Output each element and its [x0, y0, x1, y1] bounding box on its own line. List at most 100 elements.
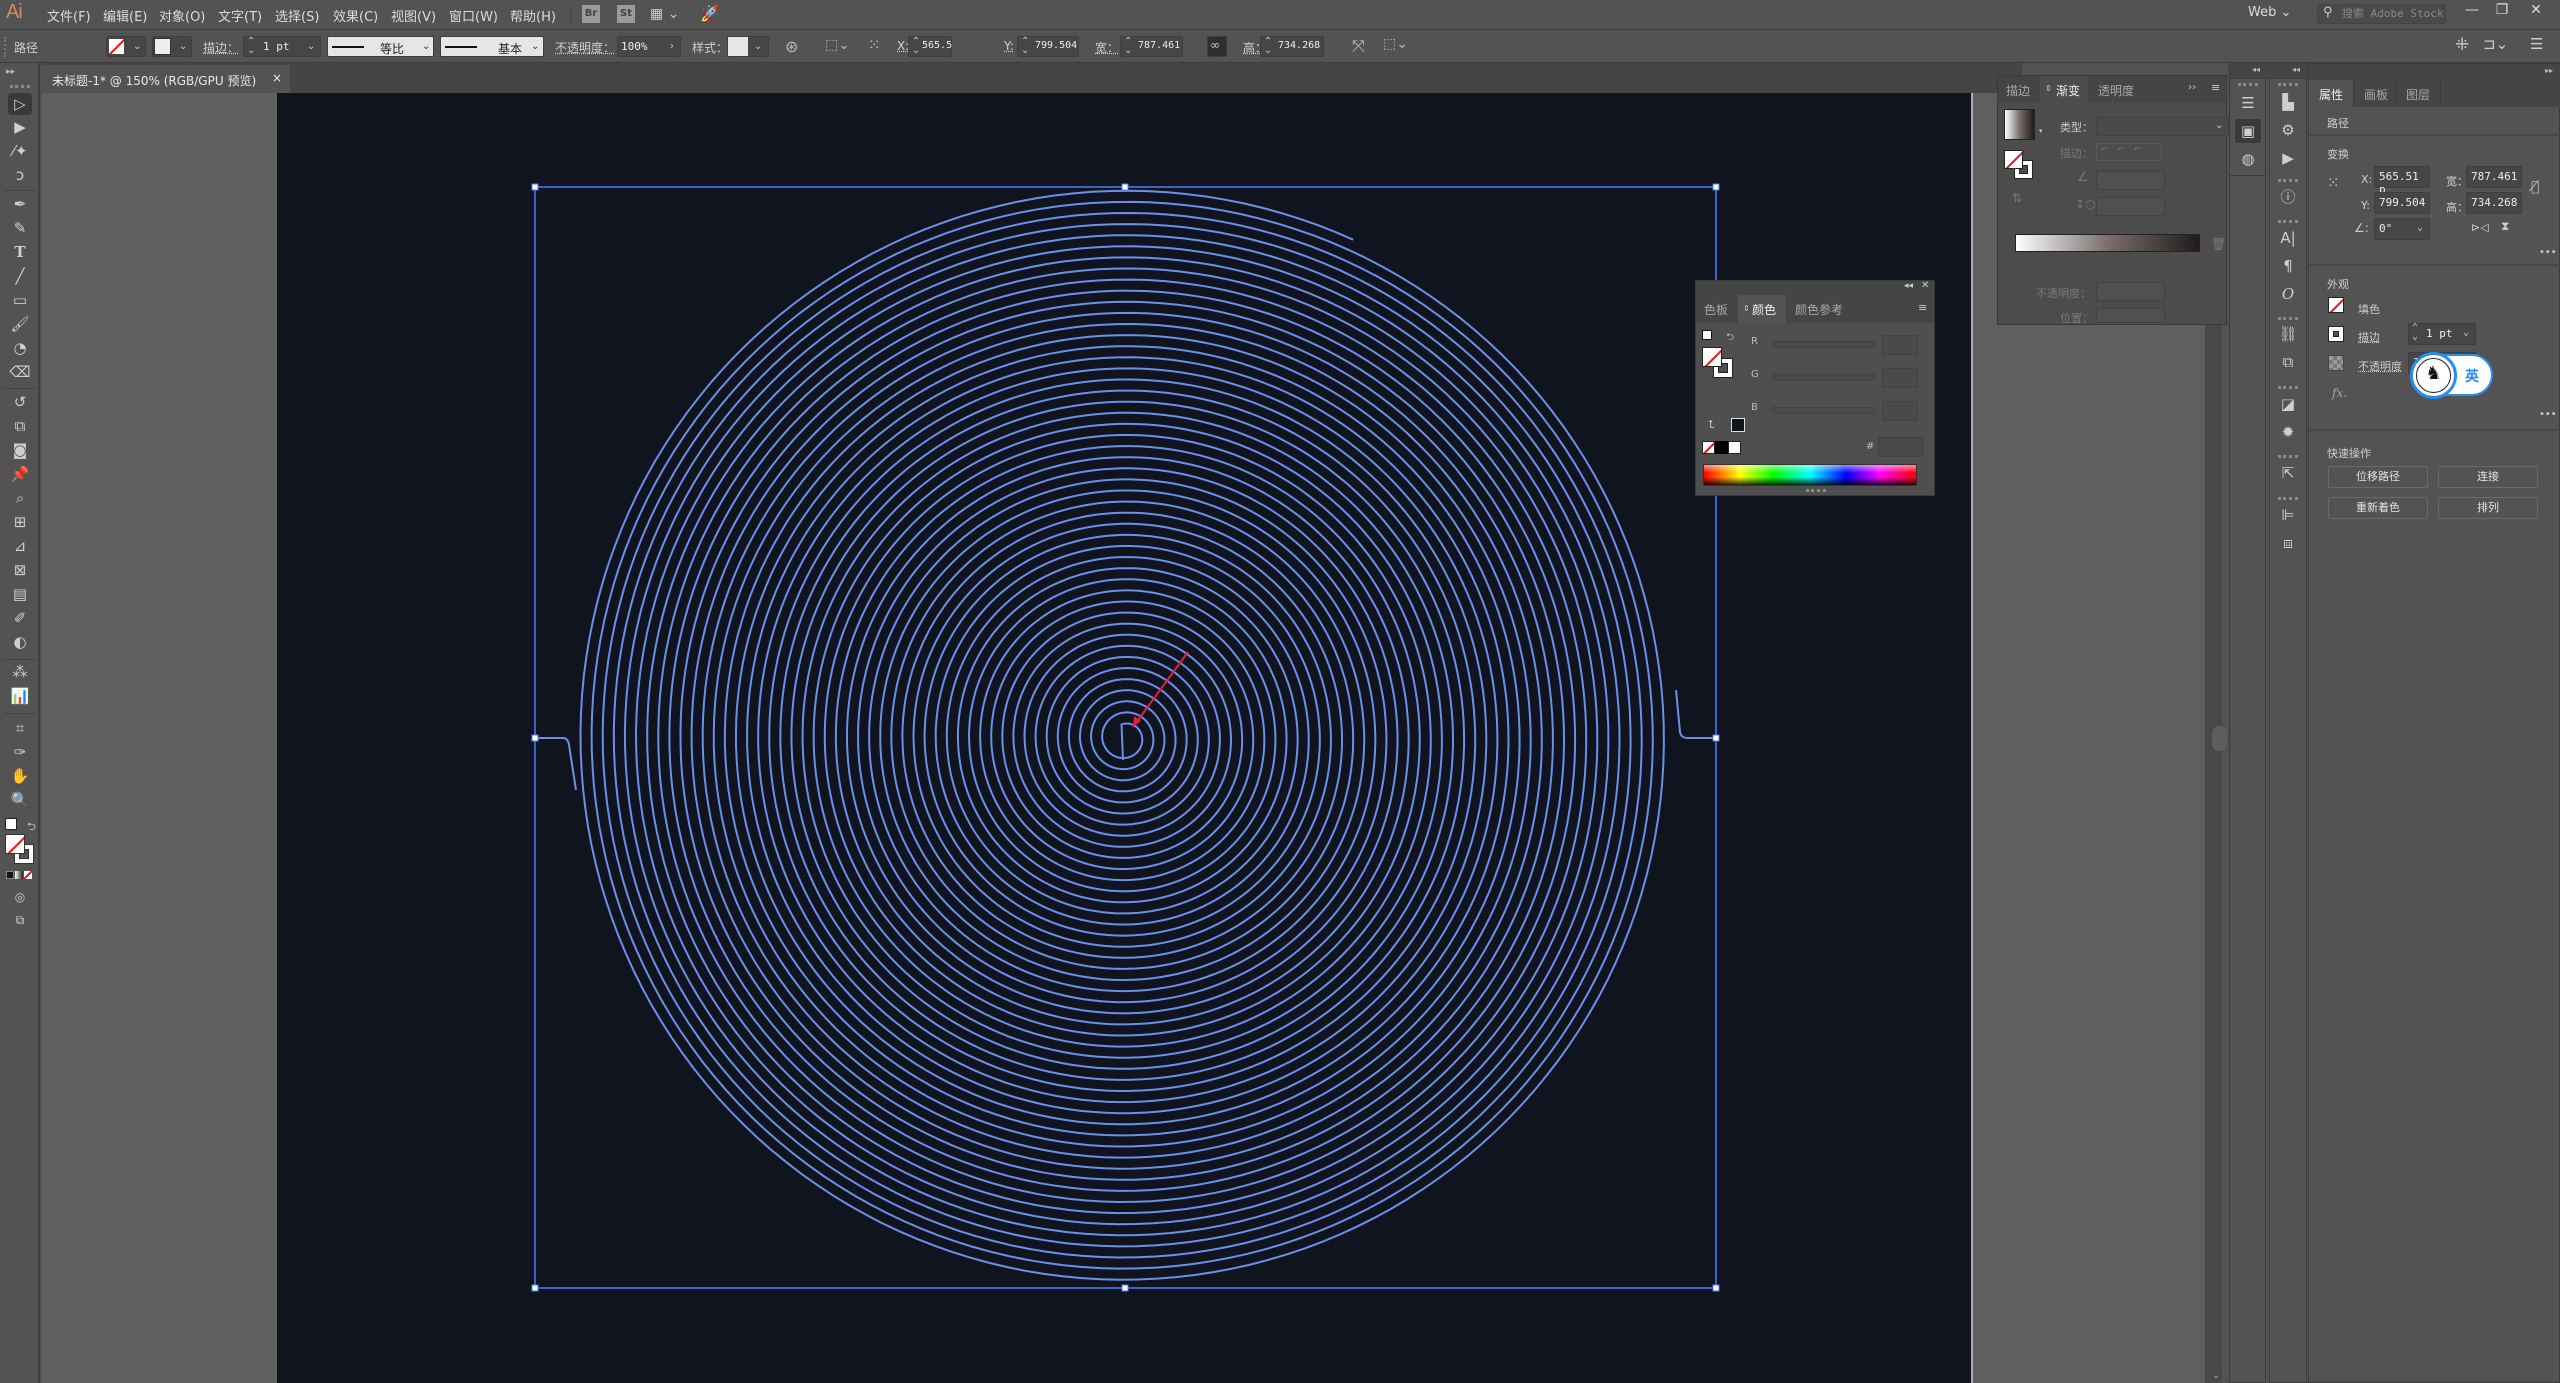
opacity-label[interactable]: 不透明度	[2358, 358, 2402, 374]
swap-colors-icon[interactable]: ⮌	[1726, 330, 1734, 347]
free-transform-tool-icon[interactable]: ⌕	[8, 487, 32, 509]
recolor-artwork-icon[interactable]: ⊛	[785, 37, 798, 56]
collapse-icon[interactable]: ◂◂	[1904, 281, 1913, 291]
transform-icon[interactable]: ⧈	[2275, 531, 2301, 555]
width-input[interactable]: 787.461	[2466, 166, 2522, 188]
stepper-icon[interactable]: ⌃ ⌄	[912, 37, 920, 56]
curvature-tool-icon[interactable]: ✎	[8, 217, 32, 239]
collapse-icon[interactable]: ◂◂	[2252, 65, 2260, 74]
asset-export-icon[interactable]: ▙	[2275, 90, 2301, 114]
menu-select[interactable]: 选择(S)	[275, 6, 319, 25]
screen-mode-icon[interactable]: ⧉	[8, 909, 32, 931]
reference-point-icon[interactable]: ⁙	[868, 36, 881, 54]
opacity-label[interactable]: 不透明度：	[555, 39, 615, 56]
swap-fill-stroke-icon[interactable]: ⮌	[27, 818, 36, 837]
panel-grip[interactable]	[2278, 220, 2298, 223]
b-input[interactable]	[1882, 401, 1918, 421]
stroke-color-dropdown[interactable]: ⌄	[152, 36, 192, 57]
symbol-sprayer-tool-icon[interactable]: ⁂	[8, 661, 32, 683]
warp-tool-icon[interactable]: ◙	[8, 439, 32, 461]
panel-grip[interactable]	[2278, 386, 2298, 389]
default-fill-stroke-icon[interactable]	[5, 818, 17, 830]
mesh-tool-icon[interactable]: ⊠	[8, 559, 32, 581]
tab-artboards[interactable]: 画板	[2353, 80, 2398, 106]
align-to-selection-icon[interactable]: ⬚⌄	[825, 37, 850, 53]
info-icon[interactable]: ⓘ	[2275, 185, 2301, 209]
align-icon[interactable]: ⊫	[2275, 503, 2301, 527]
arrange-documents-icon[interactable]: ▦ ⌄	[650, 6, 679, 22]
stroke-label[interactable]: 描边：	[203, 39, 239, 56]
unlink-proportions-icon[interactable]: ⛓̸	[2531, 179, 2539, 195]
panel-grip[interactable]	[2278, 455, 2298, 458]
graphic-style-dropdown[interactable]: ⌄	[727, 36, 769, 57]
fill-swatch[interactable]	[2328, 297, 2344, 313]
isolate-group-icon[interactable]: ⁜	[2455, 35, 2469, 55]
paintbrush-tool-icon[interactable]: 🖌	[8, 313, 32, 335]
eyedropper-tool-icon[interactable]: ✐	[8, 607, 32, 629]
rotate-tool-icon[interactable]: ↺	[8, 391, 32, 413]
menu-file[interactable]: 文件(F)	[47, 6, 91, 25]
color-mode-icon[interactable]	[6, 871, 14, 879]
menu-help[interactable]: 帮助(H)	[510, 6, 556, 25]
black-swatch[interactable]	[1715, 441, 1728, 454]
constrain-proportions-button[interactable]: ∞	[1207, 36, 1227, 57]
height-input[interactable]: 734.268	[2466, 192, 2522, 214]
selection-tool-icon[interactable]: ▷	[8, 93, 32, 115]
gradient-tool-icon[interactable]: ▤	[8, 583, 32, 605]
panel-grip[interactable]	[2278, 497, 2298, 500]
stroke-panel-icon[interactable]: ☰	[2235, 91, 2261, 115]
gradient-slider[interactable]	[2015, 234, 2200, 252]
export-icon[interactable]: ⇱	[2275, 461, 2301, 485]
stepper-icon[interactable]: ⌃ ⌄	[2412, 323, 2418, 342]
expand-more-icon[interactable]: ››	[2188, 82, 2196, 93]
rectangle-tool-icon[interactable]: ▭	[8, 289, 32, 311]
close-window-button[interactable]: ✕	[2522, 0, 2550, 20]
menu-type[interactable]: 文字(T)	[218, 6, 262, 25]
slice-tool-icon[interactable]: ✑	[8, 741, 32, 763]
minimize-button[interactable]: —	[2458, 0, 2486, 20]
y-input[interactable]: ⌃⌄ 799.504 p	[1017, 36, 1079, 57]
direct-selection-tool-icon[interactable]: ▶	[8, 116, 32, 138]
opacity-input[interactable]: 100% ›	[617, 36, 681, 57]
panel-resize-grip[interactable]	[1806, 489, 1826, 492]
width-input[interactable]: ⌃⌄ 787.461 p	[1120, 36, 1183, 57]
angle-select[interactable]	[2096, 171, 2165, 190]
document-tab[interactable]: 未标题-1* @ 150% (RGB/GPU 预览) ×	[42, 65, 290, 93]
fill-swatch[interactable]	[5, 834, 25, 854]
panel-grip[interactable]	[2238, 83, 2258, 86]
more-options-icon[interactable]: •••	[2539, 247, 2557, 258]
actions-gear-icon[interactable]: ⚙	[2275, 118, 2301, 142]
select-similar-icon[interactable]: ⬚⌄	[1383, 36, 1408, 52]
stepper-icon[interactable]: ⌃ ⌄	[247, 37, 255, 56]
tab-transparency[interactable]: 透明度	[2090, 76, 2142, 102]
puppet-warp-tool-icon[interactable]: 📌	[8, 463, 32, 485]
artboard-tool-icon[interactable]: ⌗	[8, 717, 32, 739]
links-icon[interactable]: ⛓	[2275, 322, 2301, 346]
line-segment-tool-icon[interactable]: ╱	[8, 265, 32, 287]
b-slider[interactable]	[1772, 407, 1875, 414]
x-input[interactable]: ⌃⌄ 565.51 px	[908, 36, 952, 57]
workspace-switcher[interactable]: Web ⌄	[2248, 5, 2291, 20]
stroke-weight-input[interactable]: ⌃ ⌄ 1 pt ⌄	[243, 36, 321, 57]
x-input[interactable]: 565.51 p	[2374, 166, 2430, 196]
bridge-button[interactable]: Br	[582, 5, 600, 23]
menu-effect[interactable]: 效果(C)	[333, 6, 378, 25]
r-input[interactable]	[1882, 335, 1918, 355]
tab-layers[interactable]: 图层	[2395, 80, 2442, 106]
shape-builder-tool-icon[interactable]: ⊞	[8, 511, 32, 533]
default-colors-icon[interactable]	[1702, 330, 1712, 340]
r-slider[interactable]	[1772, 341, 1875, 348]
pen-tool-icon[interactable]: ✒	[8, 193, 32, 215]
stepper-icon[interactable]: ⌃ ⌄	[1264, 37, 1272, 56]
close-panel-icon[interactable]: ✕	[1921, 280, 1929, 291]
play-icon[interactable]: ▶	[2275, 146, 2301, 170]
expand-panel-icon[interactable]: ▸▸	[2545, 66, 2553, 75]
perspective-grid-tool-icon[interactable]: ⊿	[8, 535, 32, 557]
collapse-icon[interactable]: ◂◂	[2292, 65, 2300, 74]
width-label[interactable]: 宽：	[1095, 39, 1119, 56]
g-slider[interactable]	[1772, 374, 1875, 381]
arrange-icon[interactable]: ⊐⌄	[2483, 35, 2508, 53]
fx-button[interactable]: fx.	[2332, 386, 2347, 400]
reference-point-icon[interactable]: ⁙	[2327, 174, 2340, 192]
drawing-modes-icon[interactable]: ◎	[8, 886, 32, 908]
